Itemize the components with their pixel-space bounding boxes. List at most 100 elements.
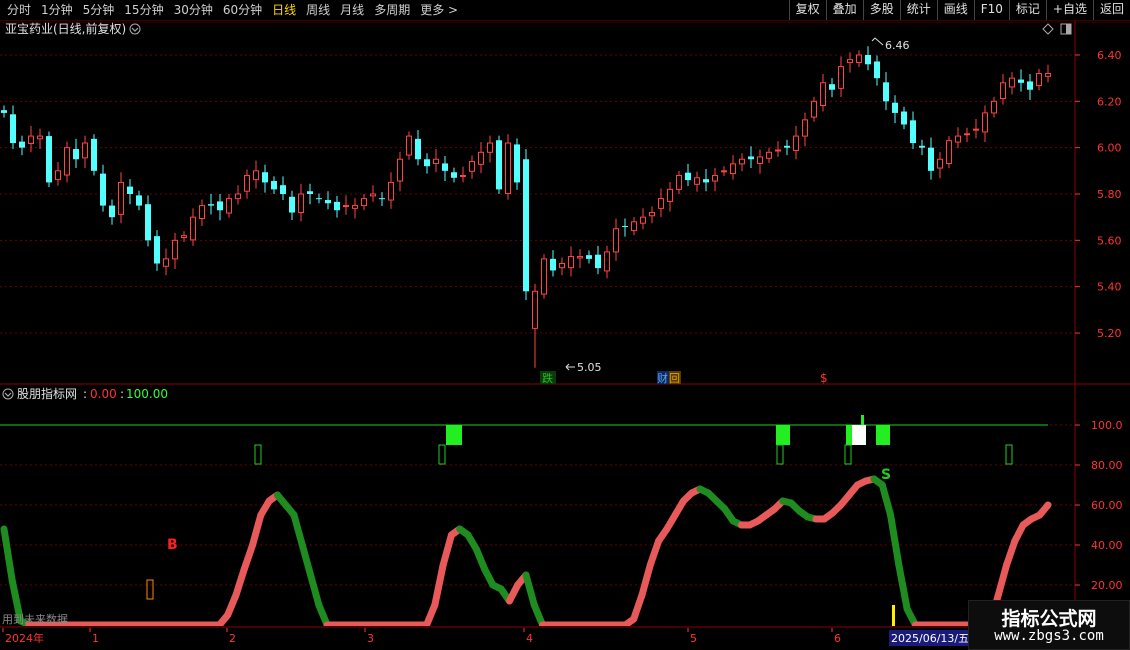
diamond-icon[interactable] [1042,23,1054,35]
chart-canvas[interactable]: 亚宝药业(日线,前复权) 6.46 5.05 跌 财 回 $ 6.406.206… [0,21,1130,650]
period-tab-8[interactable]: 月线 [335,0,369,20]
oscillator-segment [638,561,654,599]
toolbar-button-1[interactable]: 叠加 [825,0,863,20]
candle-body [379,198,385,200]
candle-body [505,142,511,195]
candle-body [1000,82,1006,100]
candle-body [658,198,664,209]
candle-body [82,142,88,159]
candle-body [10,114,16,144]
candle-body [100,173,106,206]
oscillator-segment [1003,537,1019,569]
oscillator-segment [630,591,646,623]
candle-body [280,185,286,194]
indicator-sep: : [83,387,87,401]
candle-body [1018,79,1024,83]
candle-body [703,179,709,183]
candle-body [946,140,952,164]
candle-body [829,84,835,90]
candle-body [478,151,484,165]
candle-body [1,110,7,113]
candle-body [73,149,79,160]
indicator-dropdown-icon[interactable] [2,388,14,400]
signal-block [446,425,462,445]
candle-body [784,145,790,148]
candle-body [415,138,421,160]
candle-body [613,228,619,253]
high-label: 6.46 [885,39,910,52]
candle-body [919,145,925,148]
period-tab-0[interactable]: 分时 [2,0,36,20]
oscillator-segment [307,571,323,609]
candle-body [46,136,52,183]
candle-body [136,195,142,206]
x-axis-label: 2024年 [5,631,44,645]
candle-body [190,216,196,241]
period-tab-5[interactable]: 60分钟 [218,0,267,20]
candle-body [865,55,871,65]
marker-finance[interactable]: 财 [657,371,668,385]
window-icon-fill [1066,24,1071,34]
period-tab-10[interactable]: 更多 > [415,0,463,20]
toolbar-button-4[interactable]: 画线 [936,0,974,20]
oscillator-segment [895,561,911,613]
candle-body [577,256,583,259]
indicator-tick-label: 100.0 [1091,419,1123,432]
signal-block-white [852,425,866,445]
oscillator-segment [290,511,306,549]
toolbar-button-3[interactable]: 统计 [899,0,937,20]
toolbar-button-8[interactable]: 返回 [1092,0,1130,20]
chevron-down-icon [4,392,12,397]
candle-body [145,204,151,241]
candle-body [712,174,718,182]
candle-body [316,198,322,200]
x-axis-label: 1 [92,632,99,645]
candle-body [964,133,970,136]
candle-body [1045,73,1051,77]
indicator-value-green: 100.00 [126,387,168,401]
period-tabs: 分时 1分钟 5分钟 15分钟 30分钟 60分钟 日线 周线 月线 多周期 更多 > [2,0,463,20]
period-tab-9[interactable]: 多周期 [369,0,415,20]
price-tick-label: 6.00 [1097,142,1122,155]
candle-body [343,205,349,208]
candle-body [28,135,34,144]
candle-body [838,66,844,89]
period-tab-3[interactable]: 15分钟 [119,0,168,20]
candle-body [208,204,214,206]
candle-body [460,174,466,177]
period-tab-4[interactable]: 30分钟 [169,0,218,20]
candle-body [937,158,943,169]
marker-review[interactable]: 回 [669,372,680,385]
future-data-note: 用到未来数据 [2,612,68,626]
signal-box-green [254,444,262,465]
candle-body [532,290,538,329]
period-tab-2[interactable]: 5分钟 [78,0,120,20]
signal-box-orange [146,579,154,600]
signal-tick [861,415,864,425]
marker-dividend[interactable]: $ [820,371,828,385]
oscillator-segment [994,561,1011,599]
price-tick-label: 6.20 [1097,95,1122,108]
candle-body [739,158,745,165]
period-tab-1[interactable]: 1分钟 [36,0,78,20]
oscillator-segment [431,561,447,609]
marker-drop[interactable]: 跌 [542,371,553,385]
candle-body [991,100,997,114]
toolbar-button-7[interactable]: +自选 [1045,0,1093,20]
toolbar-button-5[interactable]: F10 [973,0,1009,20]
candle-body [271,181,277,190]
x-axis-label: 3 [367,632,374,645]
price-tick-label: 5.40 [1097,281,1122,294]
title-dropdown-icon[interactable] [129,23,141,35]
watermark-logo: 指标公式网 www.zbgs3.com [968,600,1130,650]
toolbar-button-2[interactable]: 多股 [862,0,900,20]
candle-body [433,158,439,164]
watermark-name: 指标公式网 [1001,608,1097,630]
period-tab-7[interactable]: 周线 [301,0,335,20]
toolbar-button-0[interactable]: 复权 [788,0,826,20]
price-tick-label: 5.80 [1097,188,1122,201]
oscillator-segment [0,525,16,585]
candle-body [928,147,934,171]
period-tab-6[interactable]: 日线 [267,0,301,20]
toolbar-button-6[interactable]: 标记 [1008,0,1046,20]
